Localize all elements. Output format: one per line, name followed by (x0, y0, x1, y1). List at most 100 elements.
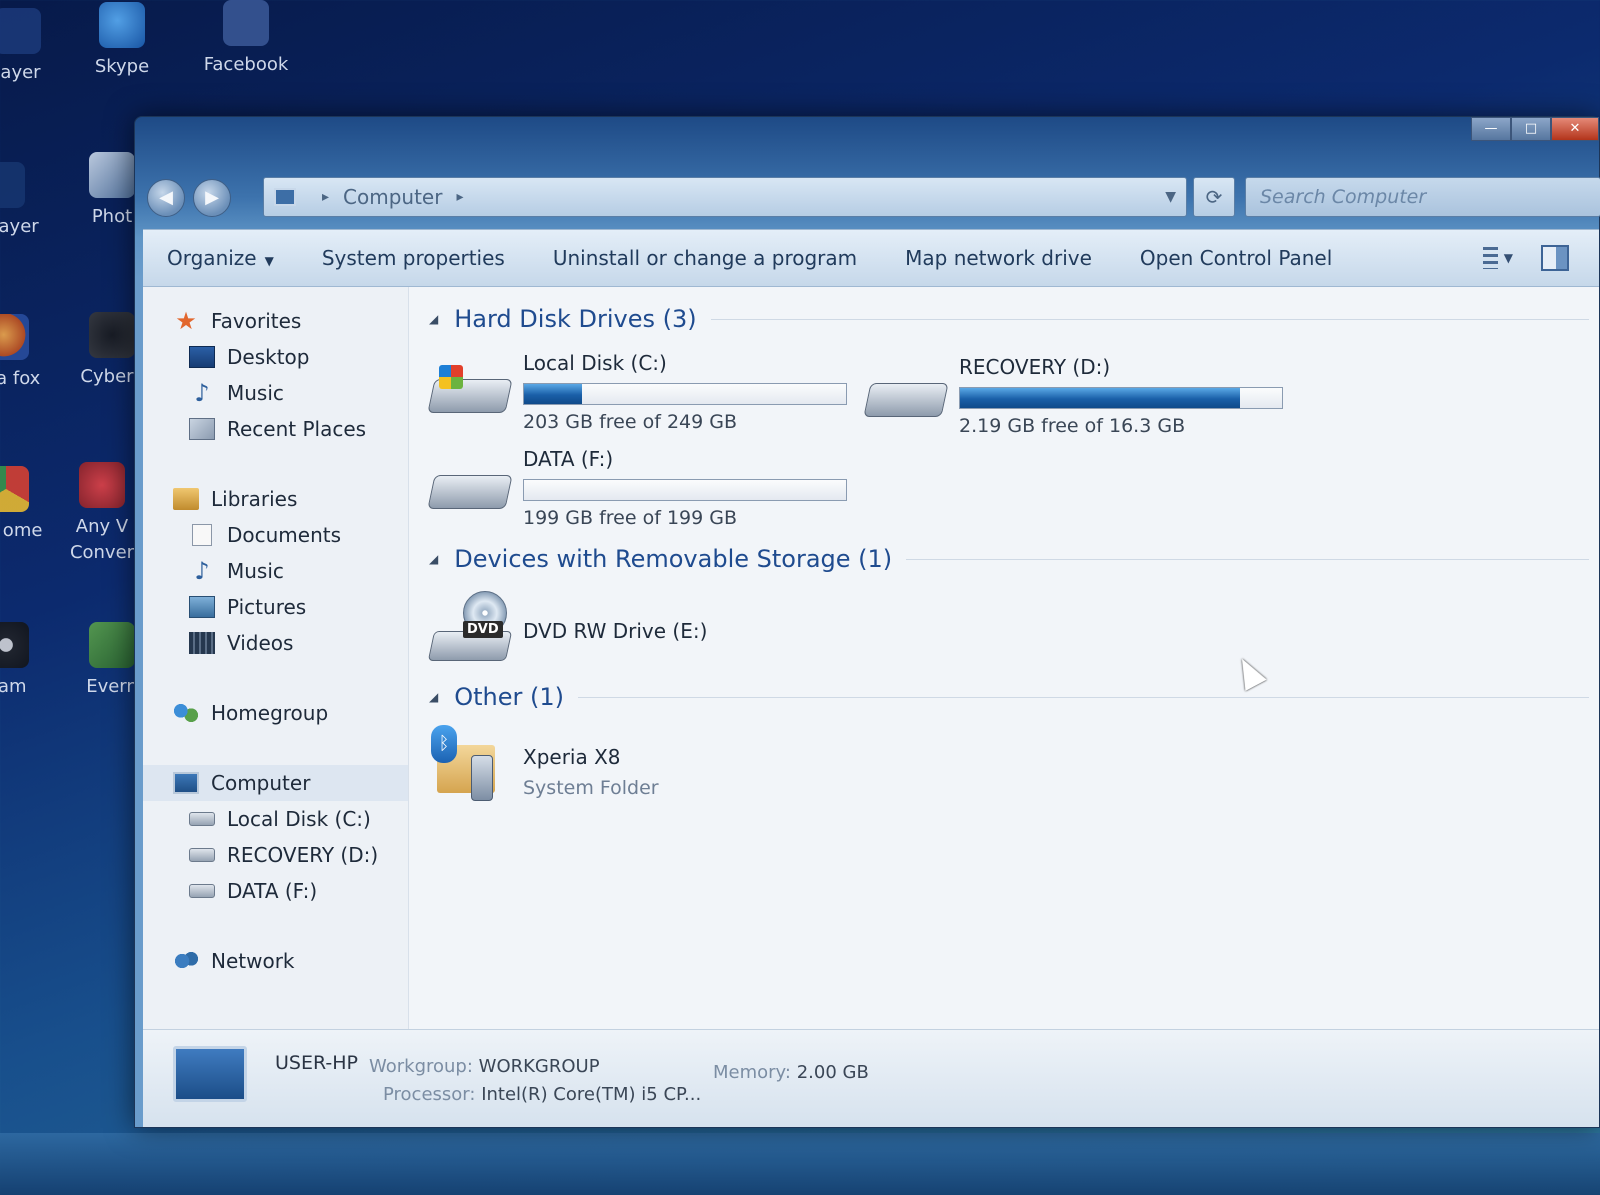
breadcrumb-separator[interactable]: ▸ (322, 189, 329, 205)
music-icon: ♪ (194, 557, 210, 585)
command-bar: Organize ▼ System properties Uninstall or… (143, 229, 1599, 287)
address-history-dropdown-icon[interactable]: ▼ (1165, 189, 1176, 205)
sidebar-item-label: RECOVERY (D:) (227, 843, 379, 867)
sidebar-item-label: Homegroup (211, 701, 329, 725)
explorer-window: — □ ✕ ◀ ▶ ▸ Computer ▸ ▼ ⟳ Search Comput… (134, 116, 1600, 1128)
minimize-button[interactable]: — (1471, 117, 1511, 141)
documents-icon (192, 524, 212, 546)
sidebar-item-label: Documents (227, 523, 342, 547)
sidebar-item-music[interactable]: ♪ Music (143, 375, 408, 411)
drive-tile-dvd-rw-e[interactable]: DVD DVD RW Drive (E:) (427, 591, 707, 669)
desktop-icon-label: Cam (0, 676, 27, 697)
processor-info: Processor: Intel(R) Core(TM) i5 CP... (383, 1084, 701, 1105)
drive-usage-bar (523, 479, 847, 501)
player-icon (0, 8, 41, 54)
desktop-icon-firefox[interactable]: zilla fox (0, 314, 46, 392)
sidebar-item-label: DATA (F:) (227, 879, 318, 903)
sidebar-item-label: Pictures (227, 595, 307, 619)
group-header-removable-storage[interactable]: ◢ Devices with Removable Storage (1) (429, 545, 1589, 573)
photo-icon (89, 152, 135, 198)
refresh-button[interactable]: ⟳ (1193, 177, 1235, 217)
recent-places-icon (189, 418, 215, 440)
drive-icon (189, 884, 215, 898)
address-bar[interactable]: ▸ Computer ▸ ▼ (263, 177, 1187, 217)
search-input[interactable]: Search Computer (1245, 177, 1600, 217)
divider (710, 318, 1589, 320)
system-properties-button[interactable]: System properties (298, 246, 529, 270)
sidebar-item-videos[interactable]: Videos (143, 625, 408, 661)
pictures-icon (189, 596, 215, 618)
desktop-icon-cam[interactable]: Cam (0, 622, 46, 700)
divider (906, 558, 1589, 560)
preview-pane-icon[interactable] (1541, 245, 1569, 271)
music-icon: ♪ (194, 379, 210, 407)
desktop-icon-facebook[interactable]: Facebook (198, 0, 294, 78)
navigation-pane: ★ Favorites Desktop ♪ Music Recent Place… (143, 287, 409, 1029)
close-button[interactable]: ✕ (1551, 117, 1599, 141)
back-button[interactable]: ◀ (147, 179, 185, 217)
desktop-icon-label: ne layer (0, 216, 39, 237)
sidebar-item-local-disk-c[interactable]: Local Disk (C:) (143, 801, 408, 837)
desktop-icon-skype[interactable]: Skype (74, 2, 170, 80)
desktop-icon-label: Skype (94, 56, 150, 77)
windows-drive-icon (427, 365, 513, 421)
desktop-icon-label: Evern (86, 676, 138, 697)
device-tile-xperia-x8[interactable]: ᛒ Xperia X8 System Folder (431, 725, 659, 805)
drive-tile-data-f[interactable]: DATA (F:) 199 GB free of 199 GB (427, 447, 847, 529)
sidebar-item-documents[interactable]: Documents (143, 517, 408, 553)
divider (578, 696, 1589, 698)
windows-logo-icon (439, 365, 463, 389)
group-title: Devices with Removable Storage (1) (454, 545, 893, 573)
desktop-icon-chrome[interactable]: gle ome (0, 466, 46, 544)
content-area: ★ Favorites Desktop ♪ Music Recent Place… (143, 287, 1599, 1127)
taskbar[interactable] (0, 1133, 1600, 1195)
view-dropdown-icon: ▼ (1503, 251, 1513, 265)
group-header-other[interactable]: ◢ Other (1) (429, 683, 1589, 711)
change-view-button[interactable]: ▼ (1483, 245, 1513, 271)
drive-tile-recovery-d[interactable]: RECOVERY (D:) 2.19 GB free of 16.3 GB (863, 355, 1283, 437)
sidebar-item-favorites[interactable]: ★ Favorites (143, 303, 408, 339)
camera-icon (0, 622, 29, 668)
device-type: System Folder (523, 777, 659, 799)
sidebar-item-computer[interactable]: Computer (143, 765, 408, 801)
cyberlink-icon (89, 312, 135, 358)
sidebar-item-label: Favorites (211, 309, 302, 333)
uninstall-program-button[interactable]: Uninstall or change a program (529, 246, 881, 270)
sidebar-item-pictures[interactable]: Pictures (143, 589, 408, 625)
desktop-icon-label: Facebook (203, 54, 289, 75)
dropdown-arrow-icon: ▼ (264, 254, 274, 268)
sidebar-item-data-f[interactable]: DATA (F:) (143, 873, 408, 909)
skype-icon (99, 2, 145, 48)
drive-tile-local-disk-c[interactable]: Local Disk (C:) 203 GB free of 249 GB (427, 351, 847, 433)
sidebar-item-library-music[interactable]: ♪ Music (143, 553, 408, 589)
sidebar-item-recovery-d[interactable]: RECOVERY (D:) (143, 837, 408, 873)
breadcrumb-computer[interactable]: Computer (343, 185, 442, 209)
organize-menu[interactable]: Organize ▼ (143, 246, 298, 270)
bluetooth-phone-icon: ᛒ (431, 725, 511, 805)
network-icon (173, 950, 199, 972)
workgroup-value: WORKGROUP (478, 1056, 600, 1077)
sidebar-item-desktop[interactable]: Desktop (143, 339, 408, 375)
drive-usage-bar (523, 383, 847, 405)
breadcrumb-separator[interactable]: ▸ (456, 189, 463, 205)
desktop-icon-ne-layer[interactable]: ne layer (0, 162, 42, 240)
sidebar-item-network[interactable]: Network (143, 943, 408, 979)
sidebar-item-recent-places[interactable]: Recent Places (143, 411, 408, 447)
open-control-panel-button[interactable]: Open Control Panel (1116, 246, 1356, 270)
view-icon (1483, 247, 1498, 269)
sidebar-item-libraries[interactable]: Libraries (143, 481, 408, 517)
computer-icon (173, 1046, 247, 1102)
maximize-button[interactable]: □ (1511, 117, 1551, 141)
forward-button[interactable]: ▶ (193, 179, 231, 217)
sidebar-item-homegroup[interactable]: Homegroup (143, 695, 408, 731)
drive-name: DATA (F:) (523, 447, 614, 471)
sidebar-item-label: Computer (211, 771, 311, 795)
group-header-hard-disk-drives[interactable]: ◢ Hard Disk Drives (3) (429, 305, 1589, 333)
sidebar-item-label: Music (227, 381, 284, 405)
desktop-icon-player[interactable]: layer (0, 8, 66, 86)
map-network-drive-button[interactable]: Map network drive (881, 246, 1116, 270)
